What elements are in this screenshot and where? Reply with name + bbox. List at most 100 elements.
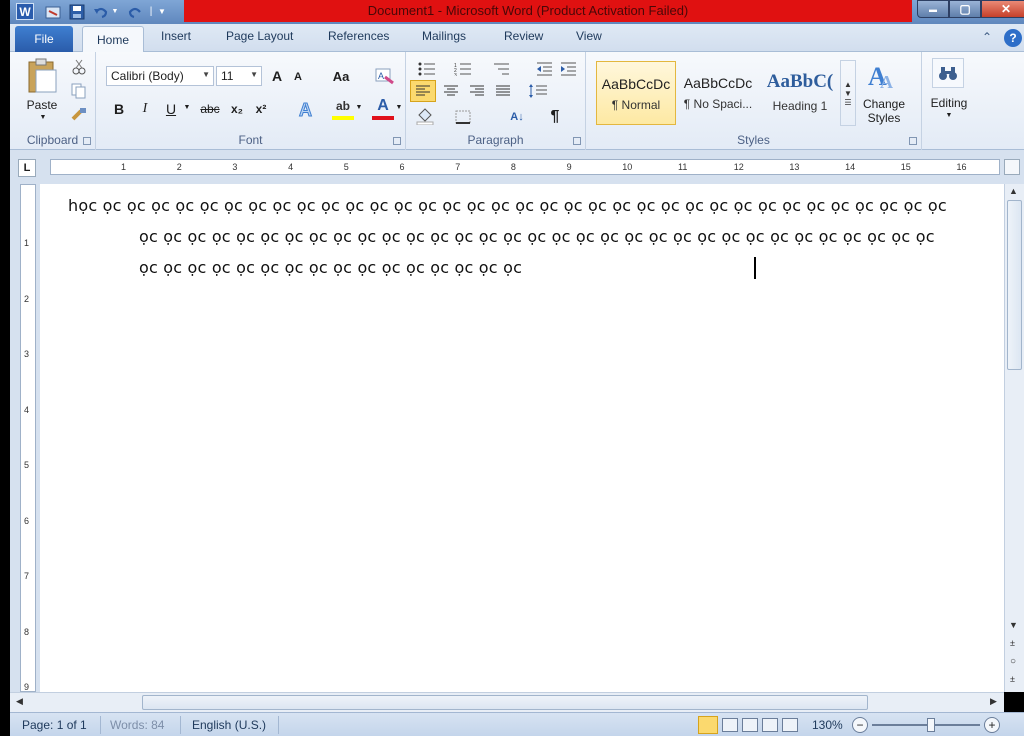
paste-button[interactable]: Paste [22,98,62,112]
font-name-combo[interactable]: Calibri (Body) ▼ [106,66,214,86]
zoom-level[interactable]: 130% [812,718,843,732]
format-painter-icon[interactable] [70,106,88,124]
increase-indent-icon[interactable] [558,60,578,78]
zoom-slider-thumb[interactable] [927,718,935,732]
customize-icon[interactable] [44,3,62,20]
tab-references[interactable]: References [328,29,389,43]
draft-view-icon[interactable] [782,718,798,732]
vertical-scrollbar[interactable]: ▲ ▼ ± ○ ± [1004,184,1024,692]
binoculars-icon[interactable] [932,58,964,88]
page-count[interactable]: Page: 1 of 1 [22,718,87,732]
text-effects-icon[interactable]: A [296,98,318,120]
align-center-icon[interactable] [440,82,462,100]
change-styles-button[interactable]: Change Styles [858,96,910,126]
outline-view-icon[interactable] [762,718,778,732]
font-name-dropdown-icon[interactable]: ▼ [202,70,210,79]
italic-button[interactable]: I [134,98,156,120]
multilevel-list-icon[interactable] [490,60,512,78]
print-layout-view-icon[interactable] [698,716,718,734]
undo-dropdown-icon[interactable]: ▼ [110,3,120,20]
customize-qat-icon[interactable]: ▼ [156,3,168,20]
close-button[interactable]: ✕ [981,0,1024,18]
paste-dropdown-icon[interactable]: ▼ [38,114,48,121]
style-no-spacing[interactable]: AaBbCcDc ¶ No Spaci... [678,61,758,125]
scroll-right-icon[interactable]: ▶ [990,696,997,707]
font-color-button[interactable]: A [372,96,394,120]
redo-icon[interactable] [126,3,144,20]
horizontal-scroll-thumb[interactable] [142,695,868,710]
cut-icon[interactable] [70,58,88,76]
change-case-button[interactable]: Aa [328,66,354,86]
clear-formatting-icon[interactable]: A [374,66,396,86]
tab-home[interactable]: Home [82,26,144,53]
language-indicator[interactable]: English (U.S.) [192,718,266,732]
styles-scroll-buttons[interactable]: ▲ ▼ ☰ [840,60,856,126]
vertical-scroll-thumb[interactable] [1007,200,1022,370]
shading-icon[interactable] [414,106,436,126]
bullets-icon[interactable] [416,60,438,78]
view-ruler-icon[interactable] [1004,159,1020,175]
full-screen-reading-icon[interactable] [722,718,738,732]
zoom-slider[interactable] [872,724,980,726]
sort-button[interactable]: A↓ [506,106,528,128]
clipboard-launcher-icon[interactable] [83,137,91,145]
borders-icon[interactable] [452,108,474,126]
browse-object-icon[interactable]: ○ [1010,656,1016,667]
copy-icon[interactable] [70,82,88,100]
word-app-icon[interactable]: W [16,3,34,20]
styles-launcher-icon[interactable] [909,137,917,145]
styles-down-icon[interactable]: ▼ [844,89,852,98]
minimize-button[interactable]: ▬ [917,0,949,18]
previous-page-icon[interactable]: ± [1010,638,1015,648]
underline-dropdown-icon[interactable]: ▼ [182,104,192,111]
show-hide-button[interactable]: ¶ [544,106,566,128]
tab-view[interactable]: View [576,29,602,43]
align-right-icon[interactable] [466,82,488,100]
align-left-button[interactable] [410,80,436,102]
styles-more-icon[interactable]: ☰ [844,98,851,107]
font-size-dropdown-icon[interactable]: ▼ [250,70,258,79]
next-page-icon[interactable]: ± [1010,674,1015,684]
scroll-left-icon[interactable]: ◀ [16,696,23,707]
subscript-button[interactable]: x₂ [226,98,248,120]
vertical-ruler-bar[interactable] [20,184,36,692]
tab-mailings[interactable]: Mailings [422,29,466,43]
scroll-up-icon[interactable]: ▲ [1009,186,1018,196]
superscript-button[interactable]: x² [250,98,272,120]
horizontal-scrollbar[interactable]: ◀ ▶ [10,692,1004,712]
ruler-bar[interactable]: 1 2 3 4 5 6 7 8 9 10 11 12 13 14 15 16 [50,159,1000,175]
numbering-icon[interactable]: 123 [452,60,474,78]
zoom-out-button[interactable]: − [852,717,868,733]
underline-button[interactable]: U [160,98,182,120]
minimize-ribbon-icon[interactable]: ⌃ [982,30,992,44]
font-color-dropdown-icon[interactable]: ▼ [394,104,404,111]
decrease-indent-icon[interactable] [534,60,554,78]
shrink-font-button[interactable]: A [290,68,306,86]
justify-icon[interactable] [492,82,514,100]
editing-button[interactable]: Editing [922,96,976,110]
highlight-dropdown-icon[interactable]: ▼ [354,104,364,111]
tab-insert[interactable]: Insert [161,29,191,43]
highlight-button[interactable]: ab [332,96,354,120]
web-layout-icon[interactable] [742,718,758,732]
scroll-down-icon[interactable]: ▼ [1009,620,1018,630]
styles-up-icon[interactable]: ▲ [844,80,852,89]
undo-icon[interactable] [92,3,110,20]
paste-icon[interactable] [24,56,60,96]
editing-dropdown-icon[interactable]: ▼ [944,112,954,119]
paragraph-launcher-icon[interactable] [573,137,581,145]
change-styles-icon[interactable]: AA [862,58,906,92]
maximize-button[interactable]: ▢ [949,0,981,18]
save-icon[interactable] [68,3,86,20]
bold-button[interactable]: B [108,98,130,120]
style-normal[interactable]: AaBbCcDc ¶ Normal [596,61,676,125]
font-launcher-icon[interactable] [393,137,401,145]
tab-review[interactable]: Review [504,29,543,43]
style-heading-1[interactable]: AaBbC( Heading 1 [760,61,840,125]
help-icon[interactable]: ? [1004,29,1022,47]
document-page[interactable]: học ọc ọc ọc ọc ọc ọc ọc ọc ọc ọc ọc ọc … [40,184,1004,692]
tab-file[interactable]: File [15,26,73,52]
tab-selector[interactable]: L [18,159,36,177]
strikethrough-button[interactable]: abc [196,98,224,120]
font-size-combo[interactable]: 11 ▼ [216,66,262,86]
